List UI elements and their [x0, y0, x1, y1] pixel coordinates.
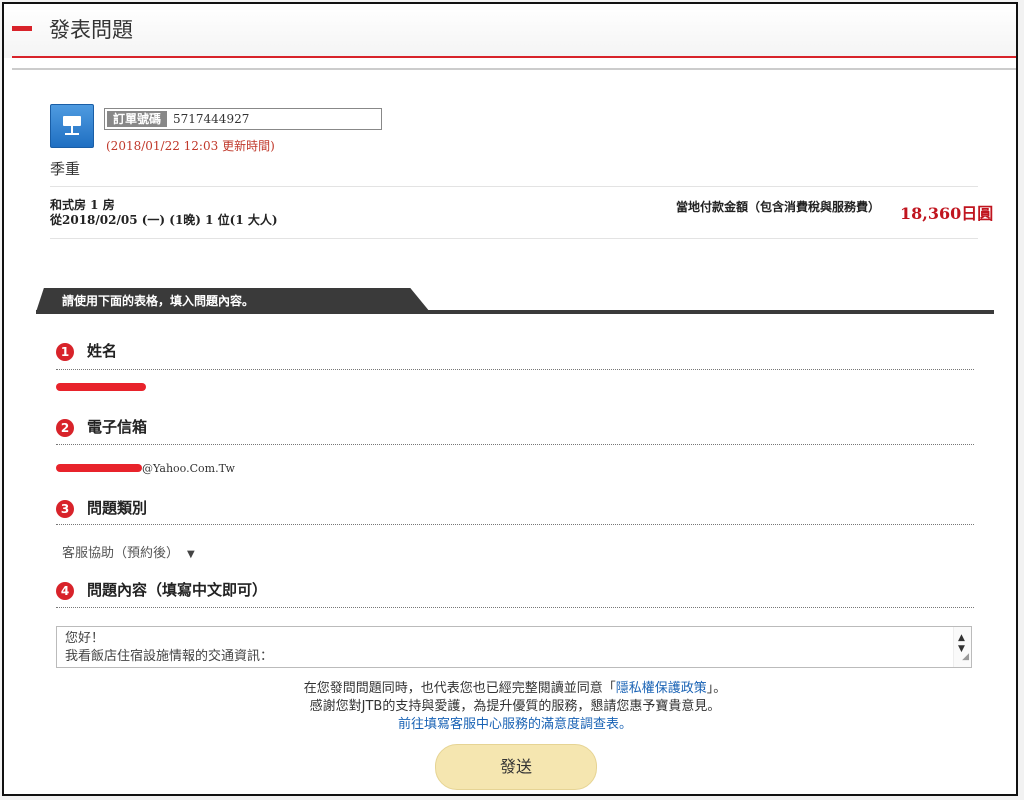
notice-line-2: 感謝您對JTB的支持與愛護，為提升優質的服務，懇請您惠予寶貴意見。 — [309, 699, 721, 714]
section-divider — [56, 369, 974, 370]
page-title: 發表問題 — [49, 18, 133, 42]
update-time: (2018/01/22 12:03 更新時間) — [106, 137, 275, 154]
email-domain: @Yahoo.Com.Tw — [142, 462, 235, 475]
section-divider — [56, 607, 974, 608]
content-top-rule — [12, 68, 1016, 70]
date-line: 從2018/02/05 (一) (1晚) 1 位(1 大人) — [50, 213, 278, 227]
page-frame: 發表問題 訂單號碼 5717444927 (2018/01/22 12:03 更… — [2, 2, 1018, 796]
section-divider — [56, 444, 974, 445]
notice-pre-text: 在您發問問題同時，也代表您也已經完整閱讀並同意「 — [303, 681, 616, 696]
hotel-bell-icon — [50, 104, 94, 148]
category-select[interactable]: 客服協助（預約後） ▼ — [62, 542, 195, 561]
section-content-title: 4 問題內容（填寫中文即可） — [56, 579, 267, 600]
category-value: 客服協助（預約後） — [62, 546, 180, 561]
redacted-email — [56, 464, 142, 472]
send-button[interactable]: 發送 — [435, 744, 597, 790]
section-category-title: 3 問題類別 — [56, 497, 147, 518]
privacy-policy-link[interactable]: 隱私權保護政策 — [616, 681, 707, 696]
form-instruction-label: 請使用下面的表格，填入問題內容。 — [62, 294, 255, 308]
page-header: 發表問題 — [4, 4, 1016, 58]
resize-grip-icon[interactable]: ◢ — [962, 648, 969, 666]
dropdown-arrow-icon: ▼ — [187, 549, 195, 560]
notice-post-text: 」。 — [706, 681, 727, 696]
update-label: 更新時間) — [222, 139, 275, 153]
update-date: (2018/01/22 12:03 — [106, 139, 219, 153]
message-textarea[interactable]: 您好！ 我看飯店住宿設施情報的交通資訊： ▲ ▼ ◢ — [56, 626, 972, 668]
section-number-2: 2 — [56, 419, 74, 437]
order-number-label: 訂單號碼 — [107, 111, 168, 127]
hotel-name: 季重 — [50, 160, 81, 178]
divider — [50, 238, 978, 239]
payment-label: 當地付款金額（包含消費稅與服務費） — [676, 200, 881, 214]
header-accent-dash — [12, 26, 32, 31]
booking-details: 和式房 1 房 從2018/02/05 (一) (1晚) 1 位(1 大人) — [50, 198, 278, 228]
payment-amount: 18,360日圓 — [900, 204, 994, 223]
privacy-notice: 在您發問問題同時，也代表您也已經完整閱讀並同意「隱私權保護政策」。 感謝您對JT… — [36, 680, 994, 734]
section-number-3: 3 — [56, 500, 74, 518]
order-number-field: 訂單號碼 5717444927 — [104, 108, 382, 130]
room-line: 和式房 1 房 — [50, 198, 115, 212]
form-top-bar — [36, 310, 994, 314]
form-instruction-tab: 請使用下面的表格，填入問題內容。 — [36, 288, 430, 312]
survey-link[interactable]: 前往填寫客服中心服務的滿意度調查表。 — [398, 717, 632, 732]
header-divider — [12, 56, 1016, 58]
section-name-label: 姓名 — [87, 342, 118, 360]
message-line: 您好！ — [65, 631, 105, 646]
message-line: 我看飯店住宿設施情報的交通資訊： — [65, 649, 274, 664]
redacted-name — [56, 383, 146, 391]
notice-line-1: 在您發問問題同時，也代表您也已經完整閱讀並同意「隱私權保護政策」。 — [36, 680, 994, 698]
section-email-title: 2 電子信箱 — [56, 416, 147, 437]
section-name-title: 1 姓名 — [56, 340, 117, 361]
main-content: 訂單號碼 5717444927 (2018/01/22 12:03 更新時間) … — [36, 90, 994, 794]
divider — [50, 186, 978, 187]
section-content-label: 問題內容（填寫中文即可） — [87, 581, 268, 599]
section-number-4: 4 — [56, 582, 74, 600]
section-number-1: 1 — [56, 343, 74, 361]
section-divider — [56, 524, 974, 525]
section-email-label: 電子信箱 — [87, 418, 148, 436]
section-category-label: 問題類別 — [87, 499, 148, 517]
order-number-value: 5717444927 — [173, 112, 250, 126]
